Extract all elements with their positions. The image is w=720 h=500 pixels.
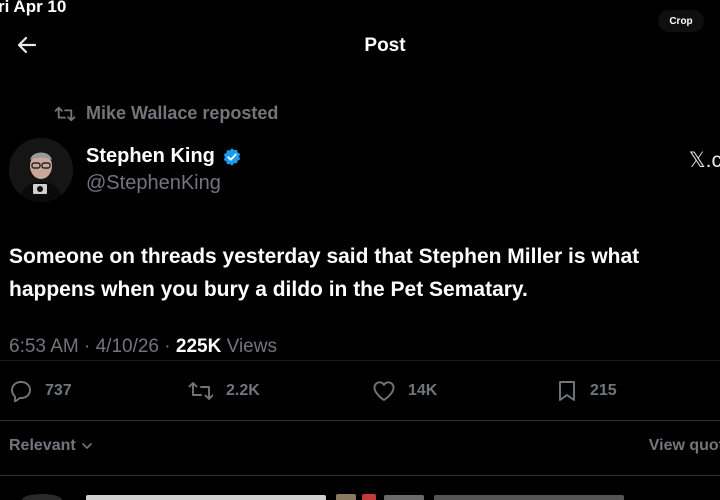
tweet-date[interactable]: 4/10/26 xyxy=(96,336,159,357)
page-title: Post xyxy=(364,35,406,56)
tweet-line-1: Someone on threads yesterday said that S… xyxy=(9,245,640,268)
next-reply-preview[interactable] xyxy=(0,486,720,500)
author-name-row[interactable]: Stephen King xyxy=(86,145,242,168)
status-bar-date: ri Apr 10 xyxy=(0,0,67,16)
bookmark-icon xyxy=(559,381,575,401)
meta-separator: · xyxy=(164,336,176,357)
tweet-meta: 6:53 AM · 4/10/26 · 225K Views xyxy=(9,336,277,358)
author-handle[interactable]: @StephenKing xyxy=(86,172,221,195)
sort-dropdown[interactable]: Relevant xyxy=(9,437,93,455)
repost-label: Mike Wallace reposted xyxy=(86,103,279,123)
divider xyxy=(0,360,720,361)
reply-count: 737 xyxy=(45,382,72,399)
avatar[interactable] xyxy=(9,138,73,202)
repost-icon xyxy=(188,382,214,400)
profile-photo xyxy=(9,138,73,202)
bookmark-count: 215 xyxy=(590,382,617,399)
divider xyxy=(0,475,720,476)
views-count: 225K xyxy=(175,336,222,357)
views-label: Views xyxy=(226,336,277,357)
reply-icon xyxy=(11,381,31,402)
like-button[interactable]: 14K xyxy=(372,380,437,402)
author-name: Stephen King xyxy=(86,145,215,167)
chevron-down-icon xyxy=(81,443,92,449)
repost-indicator[interactable]: Mike Wallace reposted xyxy=(54,103,278,124)
divider xyxy=(0,420,720,421)
x-link[interactable]: 𝕏.c xyxy=(689,148,720,173)
repost-button[interactable]: 2.2K xyxy=(188,380,260,402)
repost-icon xyxy=(54,106,76,121)
next-reply-cut-off xyxy=(22,494,624,500)
view-quotes-link[interactable]: View quot xyxy=(649,437,720,455)
verified-badge-icon xyxy=(223,147,241,166)
reply-button[interactable]: 737 xyxy=(9,380,72,402)
crop-button[interactable]: Crop xyxy=(658,10,704,32)
like-count: 14K xyxy=(408,382,438,399)
sort-label: Relevant xyxy=(9,437,76,454)
meta-separator: · xyxy=(84,336,96,357)
bookmark-button[interactable]: 215 xyxy=(556,380,617,402)
repost-count: 2.2K xyxy=(226,382,260,399)
tweet-line-2: happens when you bury a dildo in the Pet… xyxy=(9,278,528,301)
heart-icon xyxy=(373,381,395,401)
tweet-time[interactable]: 6:53 AM xyxy=(9,336,79,357)
tweet-text: Someone on threads yesterday said that S… xyxy=(9,240,720,306)
